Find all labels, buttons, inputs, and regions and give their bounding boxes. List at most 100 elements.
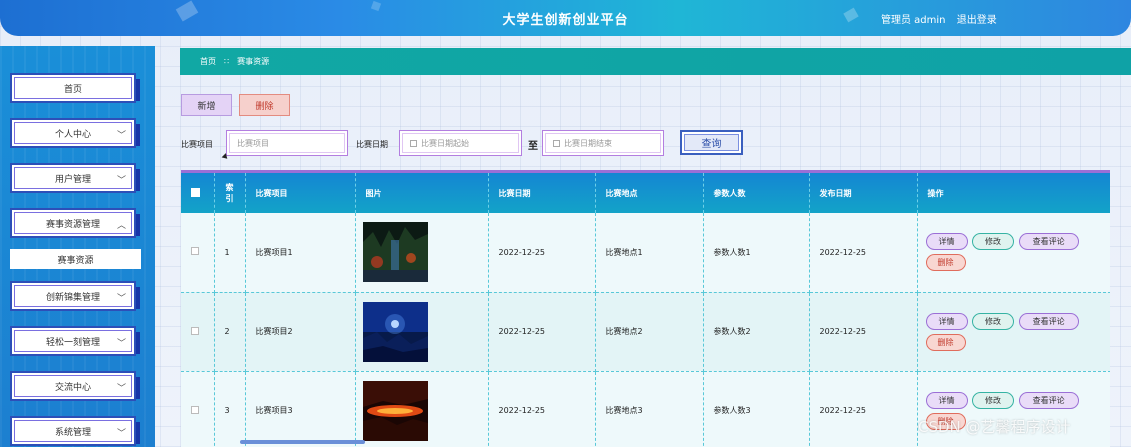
competition-image-red-cave[interactable] xyxy=(362,380,428,441)
participants-cell: 参数人数1 xyxy=(703,213,810,293)
project-cell: 比赛项目3 xyxy=(245,371,356,447)
sidebar-item-exchange-center[interactable]: 交流中心 ﹀ xyxy=(10,371,140,401)
watermark: CSDN @艺馨程序设计 xyxy=(918,418,1071,436)
edit-button[interactable]: 修改 xyxy=(972,391,1015,409)
user-info: 管理员 admin 退出登录 xyxy=(881,11,997,26)
sidebar-item-label: 赛事资源管理 xyxy=(45,219,100,230)
breadcrumb-separator: ∷ xyxy=(224,57,230,66)
edit-button[interactable]: 修改 xyxy=(972,233,1015,251)
sidebar-item-label: 交流中心 xyxy=(54,382,91,393)
select-all-header[interactable] xyxy=(181,173,215,213)
sidebar-item-label: 轻松一刻管理 xyxy=(45,337,100,348)
view-comments-button[interactable]: 查看评论 xyxy=(1018,312,1079,330)
breadcrumb-current: 赛事资源 xyxy=(237,57,270,66)
column-header-publish-date: 发布日期 xyxy=(809,173,918,213)
sidebar-item-system-management[interactable]: 系统管理 ﹀ xyxy=(10,416,140,446)
chevron-down-icon: ﹀ xyxy=(116,294,126,304)
calendar-icon xyxy=(410,139,417,147)
column-header-participants: 参数人数 xyxy=(703,173,810,213)
breadcrumb: 首页 ∷ 赛事资源 xyxy=(180,48,1131,75)
edit-button[interactable]: 修改 xyxy=(972,312,1015,330)
top-header: 大学生创新创业平台 管理员 admin 退出登录 xyxy=(0,0,1131,36)
image-cell xyxy=(355,213,489,293)
project-search-label: 比赛项目 xyxy=(181,140,213,149)
view-comments-button[interactable]: 查看评论 xyxy=(1018,391,1079,409)
logout-link[interactable]: 退出登录 xyxy=(957,15,997,26)
sidebar-item-relax-moment-management[interactable]: 轻松一刻管理 ﹀ xyxy=(10,326,140,356)
column-header-operations: 操作 xyxy=(917,173,1110,213)
add-button[interactable]: 新增 xyxy=(181,94,232,116)
column-header-project: 比赛项目 xyxy=(245,173,356,213)
calendar-icon xyxy=(553,139,560,147)
sidebar-item-label: 系统管理 xyxy=(54,427,91,438)
index-cell: 2 xyxy=(214,292,246,372)
project-cell: 比赛项目1 xyxy=(245,213,356,293)
competition-image-blue-moon[interactable] xyxy=(362,301,428,362)
date-cell: 2022-12-25 xyxy=(488,371,596,447)
placeholder-text: 比赛项目 xyxy=(237,138,269,148)
table-row: 2 比赛项目2 2022-12-25 比赛地点2 参数人数2 2022-12-2… xyxy=(181,292,1110,372)
row-delete-button[interactable]: 删除 xyxy=(925,333,966,351)
chevron-down-icon: ﹀ xyxy=(116,176,126,186)
participants-cell: 参数人数2 xyxy=(703,292,810,372)
participants-cell: 参数人数3 xyxy=(703,371,810,447)
table-header-row: 索 引 比赛项目 图片 比赛日期 比赛地点 参数人数 发布日期 操作 xyxy=(181,173,1110,213)
chevron-down-icon: ﹀ xyxy=(116,384,126,394)
location-cell: 比赛地点2 xyxy=(595,292,704,372)
sidebar: 首页 个人中心 ﹀ 用户管理 ﹀ 赛事资源管理 ︿ 创新锦集管理 ﹀ 轻松一刻管… xyxy=(0,46,155,447)
date-cell: 2022-12-25 xyxy=(488,292,596,372)
row-checkbox[interactable] xyxy=(191,247,199,256)
query-button[interactable]: 查询 xyxy=(680,130,743,155)
row-checkbox[interactable] xyxy=(191,405,199,414)
row-select-cell[interactable] xyxy=(181,371,215,447)
column-header-date: 比赛日期 xyxy=(488,173,596,213)
detail-button[interactable]: 详情 xyxy=(925,312,968,330)
batch-delete-button[interactable]: 删除 xyxy=(239,94,290,116)
publish-date-cell: 2022-12-25 xyxy=(809,292,918,372)
user-label: 管理员 admin xyxy=(881,15,946,26)
date-cell: 2022-12-25 xyxy=(488,213,596,293)
date-range-to-label: 至 xyxy=(528,141,538,152)
data-table: 索 引 比赛项目 图片 比赛日期 比赛地点 参数人数 发布日期 操作 1 比赛项… xyxy=(181,170,1110,447)
publish-date-cell: 2022-12-25 xyxy=(809,213,918,293)
date-search-label: 比赛日期 xyxy=(356,140,388,149)
row-checkbox[interactable] xyxy=(191,326,199,335)
row-delete-button[interactable]: 删除 xyxy=(925,254,966,272)
sidebar-item-label: 首页 xyxy=(63,84,82,95)
detail-button[interactable]: 详情 xyxy=(925,233,968,251)
view-comments-button[interactable]: 查看评论 xyxy=(1018,233,1079,251)
chevron-up-icon: ︿ xyxy=(116,221,126,231)
placeholder-text: 比赛日期结束 xyxy=(564,138,612,148)
select-all-checkbox[interactable] xyxy=(191,187,200,197)
placeholder-text: 比赛日期起始 xyxy=(421,138,469,148)
row-select-cell[interactable] xyxy=(181,213,215,293)
detail-button[interactable]: 详情 xyxy=(925,391,968,409)
table-row: 1 比赛项目1 2022-12-25 比赛地点1 参数人数1 2022-12-2… xyxy=(181,213,1110,293)
date-start-input[interactable]: 比赛日期起始 xyxy=(399,130,522,156)
row-select-cell[interactable] xyxy=(181,292,215,372)
date-end-input[interactable]: 比赛日期结束 xyxy=(542,130,664,156)
sidebar-subitem-competition-resource[interactable]: 赛事资源 xyxy=(10,249,141,269)
horizontal-scrollbar[interactable] xyxy=(240,440,365,444)
index-cell: 3 xyxy=(214,371,246,447)
project-cell: 比赛项目2 xyxy=(245,292,356,372)
column-header-index: 索 引 xyxy=(214,173,246,213)
competition-image-night-forest[interactable] xyxy=(362,222,428,283)
index-cell: 1 xyxy=(214,213,246,293)
sidebar-item-home[interactable]: 首页 xyxy=(10,73,140,103)
chevron-down-icon: ﹀ xyxy=(116,131,126,141)
chevron-down-icon: ﹀ xyxy=(116,339,126,349)
breadcrumb-home[interactable]: 首页 xyxy=(200,56,216,67)
sidebar-item-label: 用户管理 xyxy=(54,174,91,185)
location-cell: 比赛地点3 xyxy=(595,371,704,447)
sidebar-item-innovation-collection-management[interactable]: 创新锦集管理 ﹀ xyxy=(10,281,140,311)
sidebar-item-competition-resource-management[interactable]: 赛事资源管理 ︿ xyxy=(10,208,140,238)
column-header-location: 比赛地点 xyxy=(595,173,704,213)
sidebar-item-user-management[interactable]: 用户管理 ﹀ xyxy=(10,163,140,193)
project-search-input[interactable]: 比赛项目 xyxy=(226,130,348,156)
sidebar-item-label: 个人中心 xyxy=(54,129,91,140)
operations-cell: 详情 修改 查看评论 删除 xyxy=(917,213,1110,293)
publish-date-cell: 2022-12-25 xyxy=(809,371,918,447)
sidebar-item-personal-center[interactable]: 个人中心 ﹀ xyxy=(10,118,140,148)
operations-cell: 详情 修改 查看评论 删除 xyxy=(917,292,1110,372)
